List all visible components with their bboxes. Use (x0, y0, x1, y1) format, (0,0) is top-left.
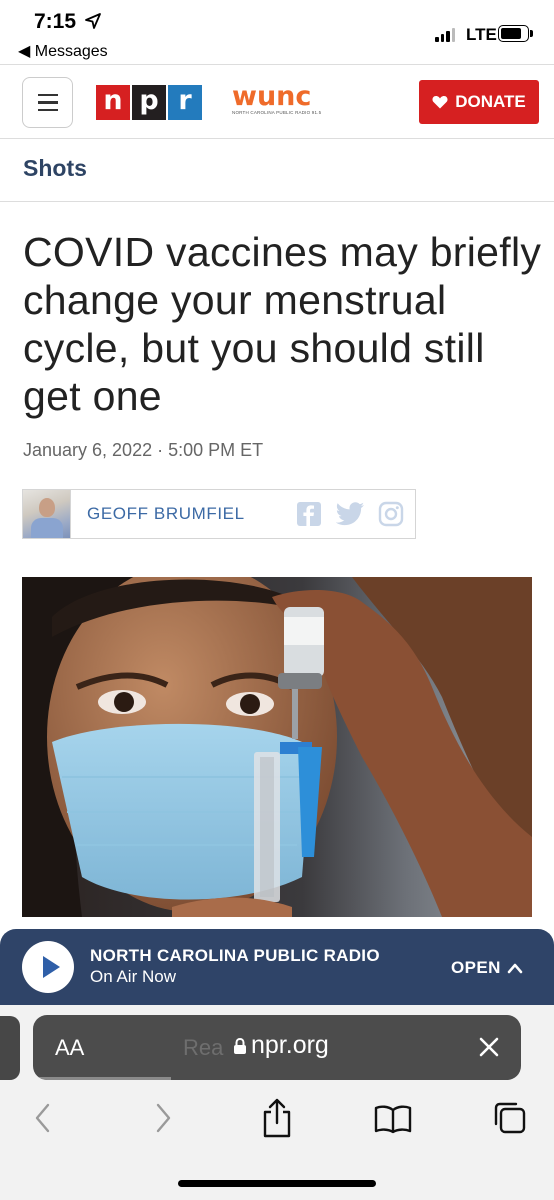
byline: GEOFF BRUMFIEL (22, 489, 416, 539)
back-icon[interactable] (33, 1102, 53, 1134)
article-headline: COVID vaccines may briefly change your m… (23, 229, 542, 419)
battery-icon (498, 25, 529, 42)
section-link[interactable]: Shots (23, 155, 87, 182)
clock: 7:15 (34, 10, 77, 33)
npr-logo-letter-r: r (168, 85, 202, 120)
author-avatar[interactable] (23, 490, 71, 538)
battery-tip (530, 30, 533, 37)
chevron-up-icon (507, 963, 523, 974)
facebook-icon[interactable] (296, 501, 322, 527)
article-photo (22, 577, 532, 917)
open-player-button[interactable]: OPEN (451, 958, 523, 978)
heart-icon (432, 96, 448, 109)
npr-logo[interactable]: n p r (96, 85, 202, 120)
url-text: npr.org (251, 1031, 329, 1059)
status-bar: 7:15 ◀ Messages LTE (0, 0, 554, 64)
wunc-tagline: NORTH CAROLINA PUBLIC RADIO 91.5 (232, 110, 322, 115)
radio-station-name: NORTH CAROLINA PUBLIC RADIO (90, 946, 380, 965)
share-icon[interactable] (260, 1097, 294, 1139)
site-header: n p r WUNC NORTH CAROLINA PUBLIC RADIO 9… (0, 64, 554, 139)
npr-logo-letter-n: n (96, 85, 130, 120)
vaccine-photo-illustration (22, 577, 532, 917)
lock-icon (234, 1037, 246, 1054)
browser-chrome: AA Rea fable npr.org (0, 1005, 554, 1200)
address-bar[interactable]: AA Rea fable npr.org (33, 1015, 521, 1080)
location-arrow-icon (85, 13, 101, 29)
divider (0, 201, 554, 202)
social-links (296, 501, 404, 527)
article-date: January 6, 2022 · 5:00 PM ET (23, 440, 264, 460)
bookmarks-icon[interactable] (373, 1103, 413, 1135)
page-load-progress (33, 1077, 171, 1080)
home-indicator[interactable] (178, 1180, 376, 1187)
twitter-icon[interactable] (336, 502, 364, 526)
donate-button[interactable]: DONATE (419, 80, 539, 124)
network-label: LTE (466, 25, 497, 44)
menu-button[interactable] (22, 77, 73, 128)
donate-label: DONATE (455, 92, 526, 111)
play-button[interactable] (22, 941, 74, 993)
instagram-icon[interactable] (378, 501, 404, 527)
url-display[interactable]: npr.org (229, 1031, 333, 1060)
hamburger-icon-bar (37, 101, 58, 104)
signal-icon (435, 28, 455, 42)
author-name[interactable]: GEOFF BRUMFIEL (87, 504, 282, 524)
forward-icon[interactable] (153, 1102, 173, 1134)
previous-tab-preview[interactable] (0, 1016, 20, 1080)
wunc-logo[interactable]: WUNC NORTH CAROLINA PUBLIC RADIO 91.5 (232, 81, 322, 115)
close-icon[interactable] (477, 1035, 501, 1059)
npr-logo-letter-p: p (132, 85, 166, 120)
tabs-icon[interactable] (492, 1100, 528, 1136)
text-size-button[interactable]: AA (55, 1035, 84, 1061)
hamburger-icon-bar (37, 108, 58, 112)
wunc-wordmark: WUNC (232, 81, 312, 112)
hamburger-icon-bar (37, 93, 58, 97)
back-to-messages[interactable]: ◀ Messages (18, 41, 108, 61)
browser-toolbar (0, 1095, 554, 1145)
live-radio-bar: NORTH CAROLINA PUBLIC RADIO On Air Now O… (0, 929, 554, 1005)
open-label: OPEN (451, 958, 501, 977)
radio-status: On Air Now (90, 967, 176, 986)
